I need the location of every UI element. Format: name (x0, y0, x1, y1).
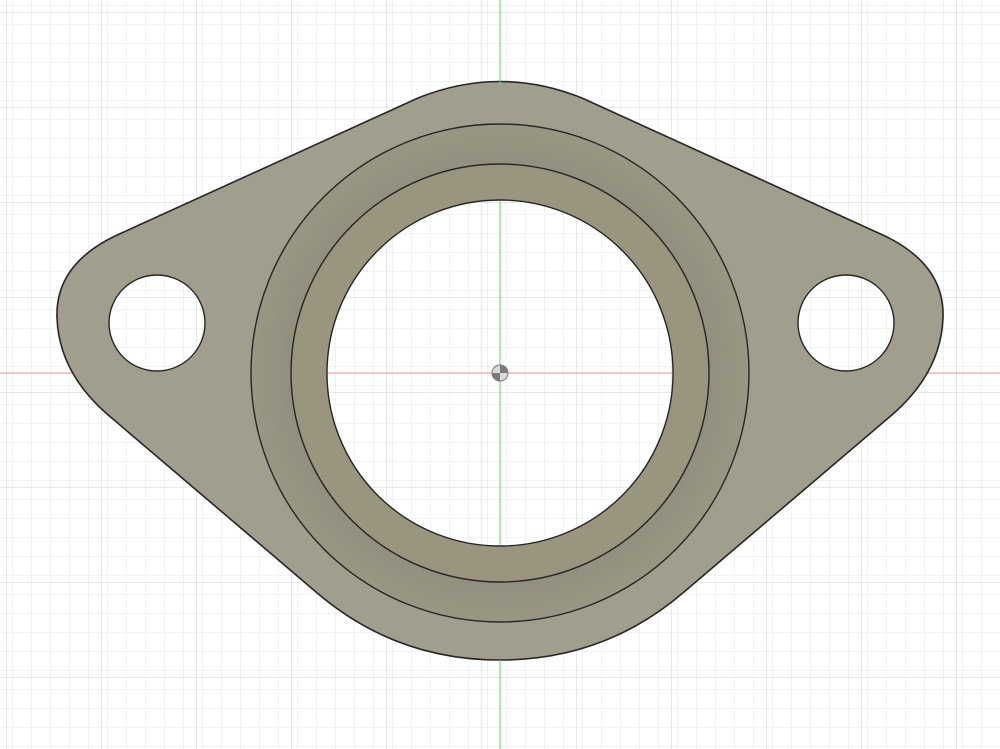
design-canvas[interactable] (0, 0, 1000, 749)
left-hole-grid (110, 276, 204, 370)
right-hole-grid (799, 276, 893, 370)
origin-point-icon[interactable] (491, 364, 509, 382)
